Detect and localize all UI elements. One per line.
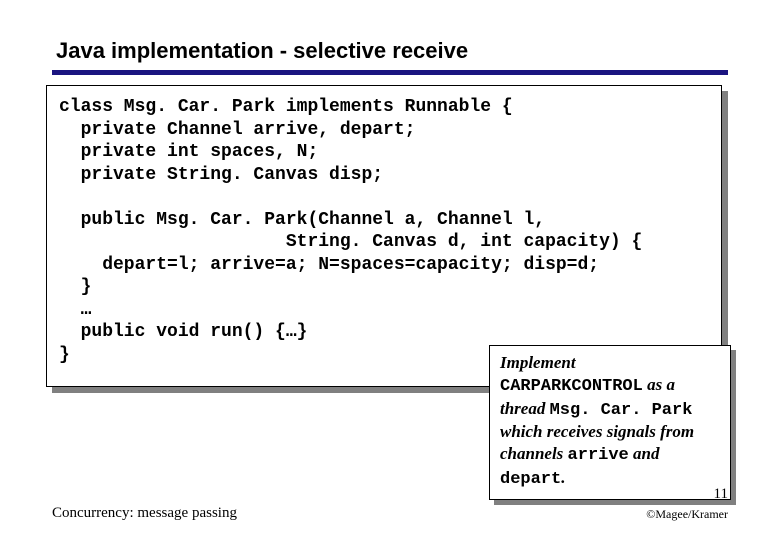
- annot-text: Implement: [500, 353, 576, 372]
- annot-text: and: [633, 444, 659, 463]
- code-line: public void run() {…}: [59, 322, 307, 342]
- code-line: class Msg. Car. Park implements Runnable…: [59, 97, 513, 117]
- annot-text: CARPARKCONTROL: [500, 377, 643, 396]
- footer: Concurrency: message passing 11 ©Magee/K…: [52, 486, 728, 522]
- code-line: }: [59, 345, 70, 365]
- footer-left: Concurrency: message passing: [52, 505, 237, 522]
- code-line: private String. Canvas disp;: [59, 165, 383, 185]
- annot-text: Msg. Car. Park: [550, 401, 693, 420]
- code-line: …: [59, 300, 91, 320]
- copyright: ©Magee/Kramer: [646, 507, 728, 522]
- title-rule: [52, 70, 728, 75]
- code-line: private Channel arrive, depart;: [59, 120, 415, 140]
- slide-title: Java implementation - selective receive: [56, 38, 728, 64]
- code-line: private int spaces, N;: [59, 142, 318, 162]
- annot-text: arrive: [568, 446, 629, 465]
- annotation-box: Implement CARPARKCONTROL as a thread Msg…: [489, 345, 731, 500]
- page-number: 11: [646, 486, 728, 503]
- code-line: }: [59, 277, 91, 297]
- code-line: String. Canvas d, int capacity) {: [59, 232, 642, 252]
- code-block: class Msg. Car. Park implements Runnable…: [46, 85, 722, 387]
- annotation-shadow: Implement CARPARKCONTROL as a thread Msg…: [494, 350, 736, 505]
- code-line: depart=l; arrive=a; N=spaces=capacity; d…: [59, 255, 599, 275]
- code-line: public Msg. Car. Park(Channel a, Channel…: [59, 210, 545, 230]
